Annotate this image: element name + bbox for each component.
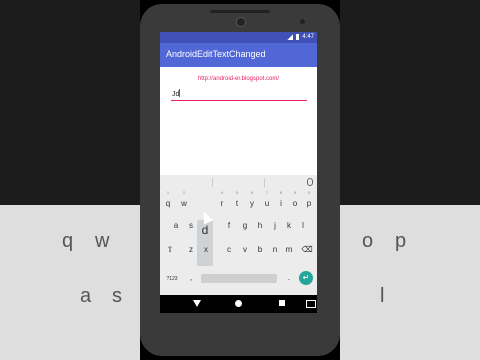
key-b[interactable]: b [253, 241, 267, 259]
key-q[interactable]: 1q [161, 190, 175, 213]
key-t[interactable]: 5t [230, 190, 244, 213]
key-hint: 0 [307, 190, 311, 195]
phone-bezel-top [140, 4, 340, 34]
key-hint: 8 [279, 190, 283, 195]
key-l[interactable]: l [296, 217, 310, 235]
key-z[interactable]: z [184, 241, 198, 259]
proximity-sensor [300, 19, 305, 24]
background-key: q [62, 230, 74, 252]
suggestion-strip [160, 175, 317, 191]
front-camera [236, 17, 246, 27]
key-r[interactable]: 4r [215, 190, 229, 213]
backspace-icon: ⌫ [301, 245, 313, 254]
key-o[interactable]: 9o [288, 190, 302, 213]
key-label: t [235, 199, 239, 208]
key-hint: 7 [265, 190, 269, 195]
blog-link[interactable]: http://android-er.blogspot.com/ [160, 76, 317, 82]
edit-text-value-wrap: Jd [172, 89, 181, 98]
period-key[interactable]: . [282, 269, 296, 287]
recent-apps-icon[interactable] [279, 300, 285, 306]
key-v[interactable]: v [238, 241, 252, 259]
background-key: s [112, 285, 122, 307]
key-f[interactable]: f [222, 217, 236, 235]
mic-icon[interactable] [307, 178, 313, 186]
key-g[interactable]: g [238, 217, 252, 235]
enter-key[interactable]: ↵ [299, 271, 313, 285]
background-left: q w a s [0, 0, 140, 360]
signal-icon [287, 34, 294, 40]
suggestion-divider [264, 178, 265, 187]
key-hint: 1 [166, 190, 170, 195]
background-keyboard-right: o p l [340, 205, 480, 360]
key-label: p [306, 199, 312, 208]
key-i[interactable]: 8i [274, 190, 288, 213]
key-label: r [220, 199, 224, 208]
battery-icon [296, 34, 300, 40]
key-hint: 2 [182, 190, 186, 195]
navigation-bar [160, 295, 317, 313]
key-s[interactable]: s [184, 217, 198, 235]
key-label: o [292, 199, 298, 208]
key-n[interactable]: n [268, 241, 282, 259]
key-u[interactable]: 7u [260, 190, 274, 213]
keyboard-switch-icon[interactable] [306, 300, 316, 308]
key-y[interactable]: 6y [245, 190, 259, 213]
key-label: i [280, 199, 282, 208]
background-key: p [395, 230, 407, 252]
key-x[interactable]: x [199, 241, 213, 259]
status-bar: 4:47 [160, 32, 317, 43]
shift-key[interactable]: ⇧ [163, 241, 177, 259]
key-hint: 4 [220, 190, 224, 195]
phone-frame: 4:47 AndroidEditTextChanged http://andro… [140, 4, 340, 356]
app-title: AndroidEditTextChanged [166, 49, 266, 59]
symbols-key[interactable]: ?123 [162, 270, 182, 288]
key-label: w [181, 199, 187, 208]
home-icon[interactable] [235, 300, 242, 307]
space-bar[interactable] [201, 274, 277, 283]
phone-screen: 4:47 AndroidEditTextChanged http://andro… [160, 32, 317, 313]
key-a[interactable]: a [169, 217, 183, 235]
key-preview-char: d [201, 223, 209, 237]
key-c[interactable]: c [222, 241, 236, 259]
text-cursor [179, 89, 181, 97]
app-bar: AndroidEditTextChanged [160, 43, 317, 67]
shift-icon: ⇧ [166, 245, 174, 254]
comma-key[interactable]: , [184, 269, 198, 287]
suggestion-divider [212, 178, 213, 187]
status-icons: 4:47 [287, 34, 314, 40]
background-key: a [80, 285, 92, 307]
key-label: q [165, 199, 171, 208]
key-w[interactable]: 2w [177, 190, 191, 213]
back-icon[interactable] [193, 300, 201, 307]
background-keyboard-left: q w a s [0, 205, 140, 360]
key-j[interactable]: j [268, 217, 282, 235]
background-right: o p l [340, 0, 480, 360]
key-h[interactable]: h [253, 217, 267, 235]
key-m[interactable]: m [282, 241, 296, 259]
key-hint: 9 [293, 190, 297, 195]
status-time: 4:47 [302, 34, 314, 40]
key-p[interactable]: 0p [302, 190, 316, 213]
edit-text-value: Jd [172, 91, 180, 98]
key-label: u [264, 199, 270, 208]
background-key: l [380, 285, 385, 307]
key-hint: 5 [235, 190, 239, 195]
background-key: o [362, 230, 374, 252]
backspace-key[interactable]: ⌫ [300, 241, 314, 259]
key-label: y [250, 199, 254, 208]
soft-keyboard: 1q 2w 4r 5t 6y 7u 8i 9o 0p d a s f g h j… [160, 175, 317, 295]
speaker-grille [210, 10, 270, 13]
key-k[interactable]: k [282, 217, 296, 235]
background-key: w [95, 230, 110, 252]
edit-text-field[interactable]: Jd [171, 86, 307, 101]
key-hint: 6 [250, 190, 254, 195]
